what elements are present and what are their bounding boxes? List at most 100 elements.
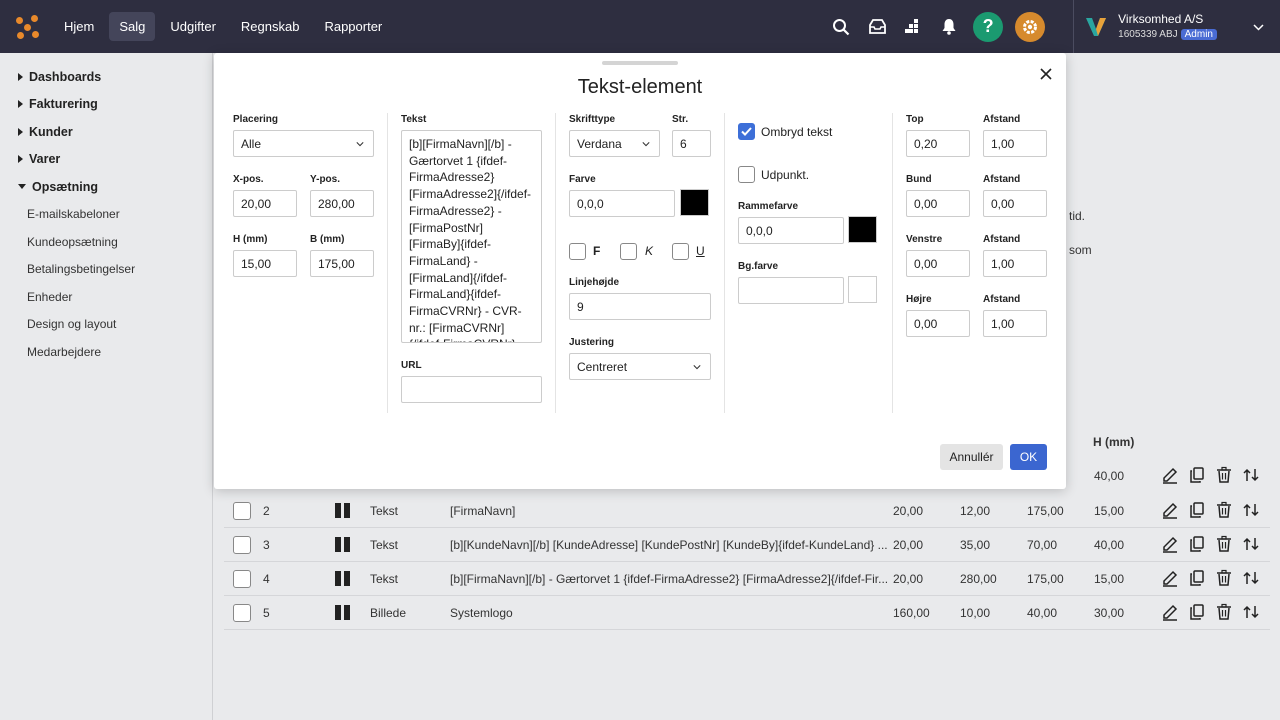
bund-input[interactable]: 0,00 xyxy=(906,190,970,217)
table-row[interactable]: 5 Billede Systemlogo 160,00 10,00 40,00 30,00 xyxy=(224,596,1270,630)
table-row[interactable]: 2 Tekst [FirmaNavn] 20,00 12,00 175,00 15,00 xyxy=(224,494,1270,528)
row-checkbox[interactable] xyxy=(233,536,251,554)
drag-handle-icon[interactable] xyxy=(335,605,351,620)
nav-hjem[interactable]: Hjem xyxy=(54,12,104,41)
row-number: 4 xyxy=(263,572,270,586)
drag-handle-icon[interactable] xyxy=(335,503,351,518)
sidebar-item-betalingsbetingelser[interactable]: Betalingsbetingelser xyxy=(0,256,212,284)
hojre-afstand-label: Afstand xyxy=(983,294,1021,305)
bell-icon[interactable] xyxy=(936,14,962,40)
sort-arrows-icon[interactable] xyxy=(1242,501,1260,519)
row-checkbox[interactable] xyxy=(233,502,251,520)
sort-arrows-icon[interactable] xyxy=(1242,466,1260,484)
ypos-input[interactable]: 280,00 xyxy=(310,190,374,217)
bold-checkbox[interactable] xyxy=(569,243,586,260)
sidebar-item-design-og-layout[interactable]: Design og layout xyxy=(0,311,212,339)
trash-icon[interactable] xyxy=(1215,501,1233,519)
top-afstand-input[interactable]: 1,00 xyxy=(983,130,1047,157)
caret-right-icon xyxy=(18,100,23,109)
sort-arrows-icon[interactable] xyxy=(1242,569,1260,587)
venstre-input[interactable]: 0,00 xyxy=(906,250,970,277)
settings-gear-icon[interactable] xyxy=(1015,11,1046,42)
bgfarve-input[interactable] xyxy=(738,277,844,304)
rammefarve-input[interactable]: 0,0,0 xyxy=(738,217,844,244)
row-number: 5 xyxy=(263,606,270,620)
apps-grid-icon[interactable] xyxy=(900,14,926,40)
company-logo-icon xyxy=(1086,17,1107,36)
row-checkbox[interactable] xyxy=(233,570,251,588)
text-element-dialog: Tekst-element Placering Alle X-pos. 20,0… xyxy=(214,53,1066,489)
placering-select[interactable]: Alle xyxy=(233,130,374,157)
app-logo-icon[interactable] xyxy=(16,14,40,39)
sidebar-group-varer[interactable]: Varer xyxy=(0,146,212,174)
sort-arrows-icon[interactable] xyxy=(1242,535,1260,553)
trash-icon[interactable] xyxy=(1215,603,1233,621)
hojre-afstand-input[interactable]: 1,00 xyxy=(983,310,1047,337)
copy-icon[interactable] xyxy=(1188,501,1206,519)
skrifttype-select[interactable]: Verdana xyxy=(569,130,660,157)
company-switcher[interactable]: Virksomhed A/S 1605339 ABJ Admin xyxy=(1073,0,1280,53)
drag-handle[interactable] xyxy=(602,61,678,65)
farve-swatch[interactable] xyxy=(680,189,709,216)
str-input[interactable]: 6 xyxy=(672,130,711,157)
edit-icon[interactable] xyxy=(1161,501,1179,519)
row-x: 160,00 xyxy=(893,606,930,620)
table-row[interactable]: 4 Tekst [b][FirmaNavn][/b] - Gærtorvet 1 {… xyxy=(224,562,1270,596)
drag-handle-icon[interactable] xyxy=(335,537,351,552)
drag-handle-icon[interactable] xyxy=(335,571,351,586)
underline-checkbox[interactable] xyxy=(672,243,689,260)
italic-checkbox[interactable] xyxy=(620,243,637,260)
udpunkt-checkbox[interactable] xyxy=(738,166,755,183)
sidebar-group-kunder[interactable]: Kunder xyxy=(0,118,212,146)
linjehojde-input[interactable]: 9 xyxy=(569,293,711,320)
sidebar-group-opsaetning[interactable]: Opsætning xyxy=(0,173,212,201)
width-input[interactable]: 175,00 xyxy=(310,250,374,277)
inbox-icon[interactable] xyxy=(864,14,890,40)
ombryd-checkbox[interactable] xyxy=(738,123,755,140)
trash-icon[interactable] xyxy=(1215,535,1233,553)
sidebar-item-kundeopsaetning[interactable]: Kundeopsætning xyxy=(0,228,212,256)
venstre-afstand-input[interactable]: 1,00 xyxy=(983,250,1047,277)
farve-input[interactable]: 0,0,0 xyxy=(569,190,675,217)
xpos-input[interactable]: 20,00 xyxy=(233,190,297,217)
chevron-down-icon[interactable] xyxy=(1253,20,1264,34)
top-input[interactable]: 0,20 xyxy=(906,130,970,157)
hojre-input[interactable]: 0,00 xyxy=(906,310,970,337)
tekst-textarea[interactable]: [b][FirmaNavn][/b] - Gærtorvet 1 {ifdef-… xyxy=(401,130,542,343)
edit-icon[interactable] xyxy=(1161,603,1179,621)
top-afstand-label: Afstand xyxy=(983,114,1021,125)
sidebar-item-emailskabeloner[interactable]: E-mailskabeloner xyxy=(0,201,212,229)
bund-afstand-input[interactable]: 0,00 xyxy=(983,190,1047,217)
close-icon[interactable] xyxy=(1038,66,1054,82)
cancel-button[interactable]: Annullér xyxy=(940,444,1003,470)
nav-regnskab[interactable]: Regnskab xyxy=(231,12,310,41)
copy-icon[interactable] xyxy=(1188,466,1206,484)
sort-arrows-icon[interactable] xyxy=(1242,603,1260,621)
trash-icon[interactable] xyxy=(1215,466,1233,484)
height-input[interactable]: 15,00 xyxy=(233,250,297,277)
nav-udgifter[interactable]: Udgifter xyxy=(160,12,226,41)
nav-salg[interactable]: Salg xyxy=(109,12,156,41)
justering-select[interactable]: Centreret xyxy=(569,353,711,380)
url-input[interactable] xyxy=(401,376,542,403)
help-button[interactable]: ? xyxy=(973,11,1004,42)
nav-rapporter[interactable]: Rapporter xyxy=(314,12,392,41)
edit-icon[interactable] xyxy=(1161,535,1179,553)
copy-icon[interactable] xyxy=(1188,535,1206,553)
copy-icon[interactable] xyxy=(1188,603,1206,621)
trash-icon[interactable] xyxy=(1215,569,1233,587)
sidebar-item-enheder[interactable]: Enheder xyxy=(0,283,212,311)
ok-button[interactable]: OK xyxy=(1010,444,1047,470)
tekst-label: Tekst xyxy=(401,114,427,125)
table-row[interactable]: 3 Tekst [b][KundeNavn][/b] [KundeAdresse] … xyxy=(224,528,1270,562)
copy-icon[interactable] xyxy=(1188,569,1206,587)
edit-icon[interactable] xyxy=(1161,466,1179,484)
edit-icon[interactable] xyxy=(1161,569,1179,587)
search-icon[interactable] xyxy=(828,14,854,40)
sidebar-group-fakturering[interactable]: Fakturering xyxy=(0,91,212,119)
sidebar-group-dashboards[interactable]: Dashboards xyxy=(0,63,212,91)
rammefarve-swatch[interactable] xyxy=(848,216,877,243)
sidebar-item-medarbejdere[interactable]: Medarbejdere xyxy=(0,338,212,366)
bgfarve-swatch[interactable] xyxy=(848,276,877,303)
row-checkbox[interactable] xyxy=(233,604,251,622)
